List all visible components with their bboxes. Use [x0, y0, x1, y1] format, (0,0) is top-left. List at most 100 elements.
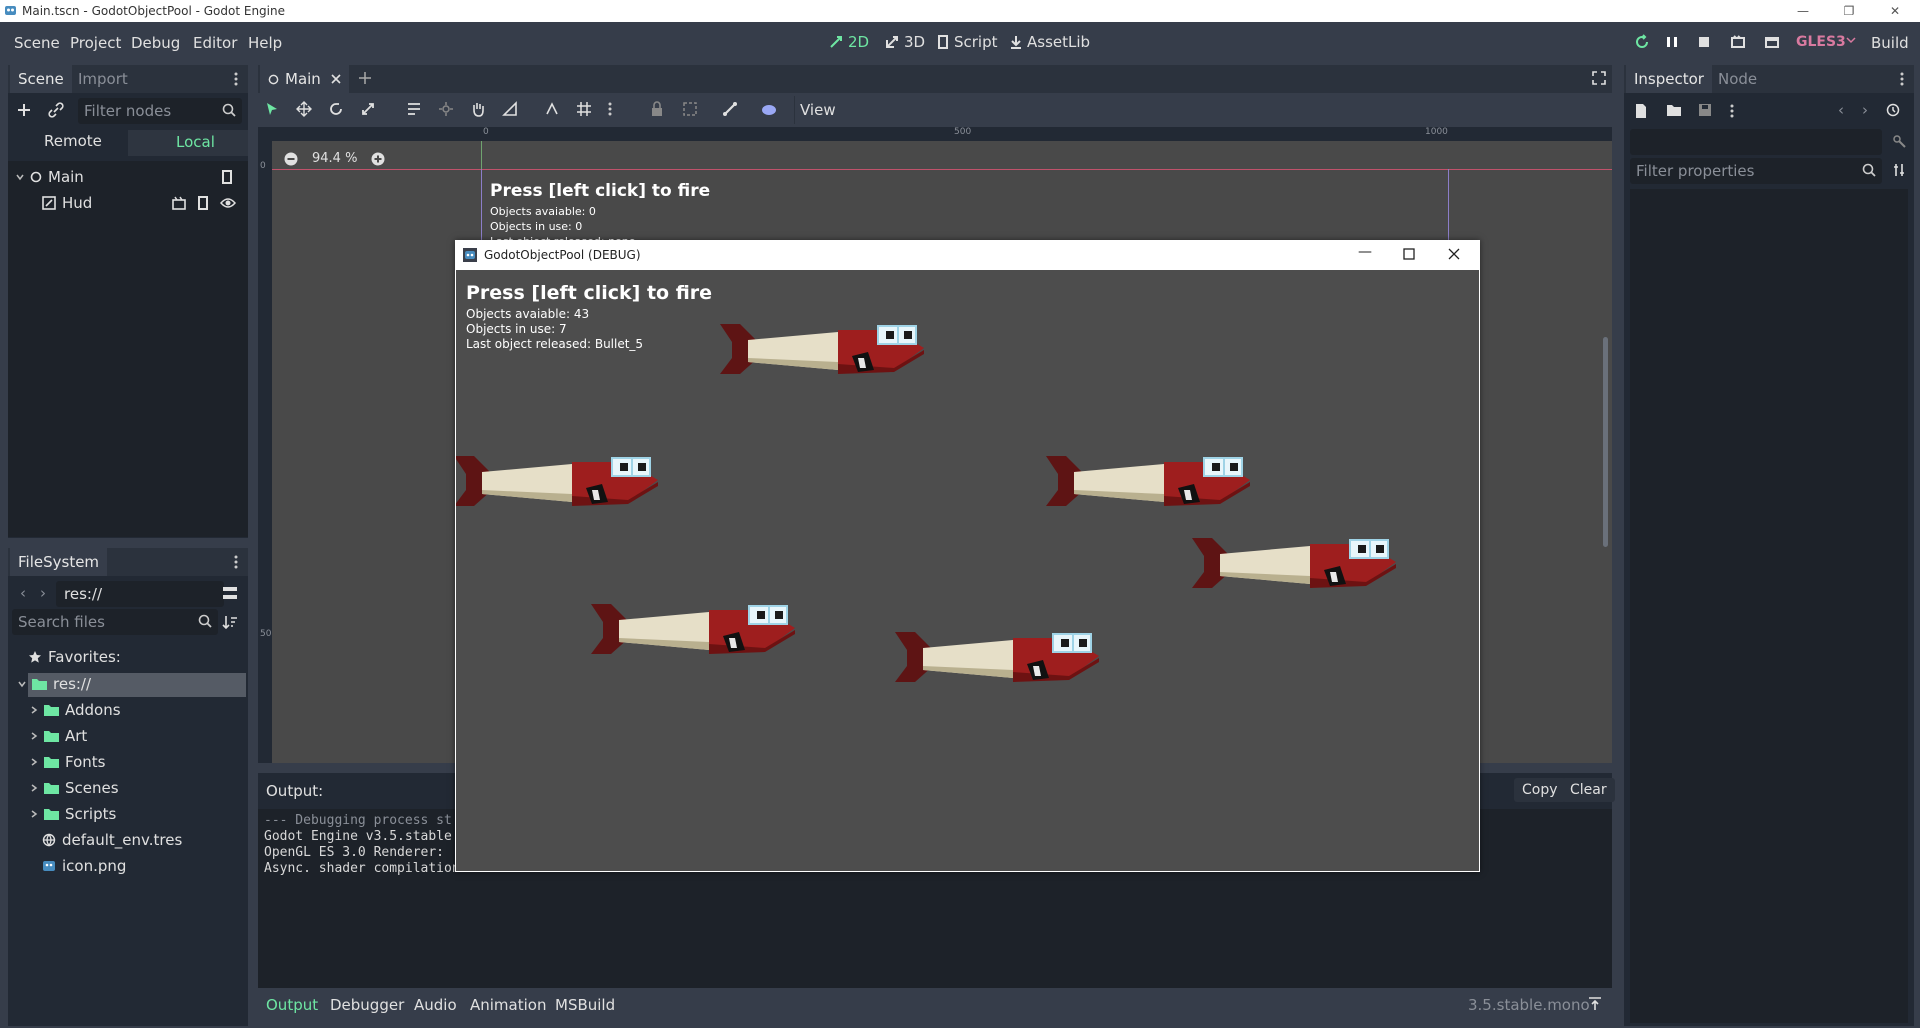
folder-scripts[interactable]: Scripts — [30, 805, 116, 823]
link-icon[interactable] — [48, 102, 64, 118]
menu-scene[interactable]: Scene — [14, 34, 60, 52]
copy-button[interactable]: Copy — [1514, 778, 1566, 802]
tab-filesystem[interactable]: FileSystem — [10, 548, 108, 576]
bones-icon[interactable] — [722, 101, 738, 117]
workspace-3d[interactable]: 3D — [884, 33, 925, 51]
history-icon[interactable] — [1886, 103, 1900, 117]
build-button[interactable]: Build — [1871, 34, 1909, 52]
history-forward-icon[interactable]: › — [1862, 101, 1868, 119]
kebab-menu-icon[interactable] — [1900, 71, 1904, 87]
maximize-button[interactable]: ❐ — [1826, 0, 1872, 22]
instance-icon[interactable] — [172, 196, 186, 210]
renderer-select[interactable]: GLES3 — [1796, 34, 1846, 50]
visibility-eye-icon[interactable] — [220, 197, 236, 209]
menu-help[interactable]: Help — [248, 34, 282, 52]
add-node-icon[interactable] — [16, 102, 32, 118]
add-tab-icon[interactable] — [358, 71, 372, 85]
camera-override-icon[interactable] — [760, 101, 778, 117]
maximize-icon[interactable] — [1403, 248, 1415, 260]
object-path-field[interactable] — [1630, 129, 1882, 155]
remote-toggle[interactable]: Remote — [44, 132, 102, 150]
ruler-tool-icon[interactable] — [502, 101, 518, 117]
workspace-2d[interactable]: 2D — [828, 33, 869, 51]
file-icon-png[interactable]: icon.png — [42, 857, 126, 875]
tab-main-scene[interactable]: Main — [260, 65, 349, 93]
minimize-button[interactable]: — — [1780, 0, 1826, 22]
folder-scenes[interactable]: Scenes — [30, 779, 119, 797]
select-tool-icon[interactable] — [264, 101, 280, 117]
workspace-assetlib[interactable]: AssetLib — [1009, 33, 1090, 51]
search-files-input[interactable]: Search files — [12, 609, 218, 635]
play-scene-icon[interactable] — [1730, 34, 1746, 50]
viewport-scrollbar[interactable] — [1603, 337, 1608, 547]
pivot-tool-icon[interactable] — [438, 101, 454, 117]
kebab-menu-icon[interactable] — [234, 71, 238, 87]
zoom-in-icon[interactable] — [371, 152, 385, 166]
sort-icon[interactable] — [222, 614, 238, 630]
save-icon[interactable] — [1698, 103, 1712, 117]
scale-tool-icon[interactable] — [360, 101, 376, 117]
tab-msbuild[interactable]: MSBuild — [555, 996, 615, 1014]
script-icon[interactable] — [196, 196, 210, 210]
minimize-button[interactable]: — — [1358, 244, 1372, 260]
tab-animation[interactable]: Animation — [470, 996, 546, 1014]
tab-debugger[interactable]: Debugger — [330, 996, 404, 1014]
tree-node-main[interactable]: Main — [16, 168, 84, 186]
res-root-item[interactable]: res:// — [18, 675, 91, 693]
workspace-script[interactable]: Script — [936, 33, 998, 51]
folder-art[interactable]: Art — [30, 727, 87, 745]
kebab-menu-icon[interactable] — [1730, 103, 1734, 119]
filter-properties-input[interactable]: Filter properties — [1630, 158, 1882, 184]
zoom-out-icon[interactable] — [284, 152, 298, 166]
stop-icon[interactable] — [1696, 34, 1712, 50]
close-icon[interactable] — [1448, 248, 1460, 260]
forward-icon[interactable]: › — [40, 584, 46, 602]
move-tool-icon[interactable] — [296, 101, 312, 117]
property-settings-icon[interactable] — [1892, 163, 1906, 177]
fullscreen-icon[interactable] — [1592, 71, 1606, 85]
rotate-tool-icon[interactable] — [328, 101, 344, 117]
favorites-item[interactable]: Favorites: — [28, 648, 121, 666]
expand-panel-icon[interactable] — [1588, 997, 1602, 1011]
open-folder-icon[interactable] — [1666, 103, 1682, 117]
zoom-level[interactable]: 94.4 % — [312, 151, 357, 166]
pan-tool-icon[interactable] — [470, 101, 486, 117]
tab-inspector[interactable]: Inspector — [1626, 65, 1712, 93]
tab-audio[interactable]: Audio — [414, 996, 457, 1014]
split-view-icon[interactable] — [222, 585, 238, 601]
reload-icon[interactable] — [1634, 34, 1650, 50]
group-icon[interactable] — [682, 101, 698, 117]
debug-window-titlebar[interactable]: GodotObjectPool (DEBUG) — — [455, 240, 1480, 270]
script-icon[interactable] — [220, 170, 234, 184]
game-viewport[interactable]: Press [left click] to fire Objects avaia… — [456, 270, 1479, 871]
folder-fonts[interactable]: Fonts — [30, 753, 105, 771]
view-menu[interactable]: View — [800, 101, 836, 119]
menu-project[interactable]: Project — [70, 34, 121, 52]
path-field[interactable]: res:// — [56, 581, 224, 607]
back-icon[interactable]: ‹ — [20, 584, 26, 602]
grid-snap-icon[interactable] — [576, 101, 592, 117]
new-resource-icon[interactable] — [1634, 103, 1648, 119]
tab-output[interactable]: Output — [266, 996, 318, 1014]
history-back-icon[interactable]: ‹ — [1838, 101, 1844, 119]
local-toggle[interactable]: Local — [128, 130, 248, 156]
kebab-menu-icon[interactable] — [608, 101, 612, 117]
list-select-icon[interactable] — [406, 101, 422, 117]
menu-editor[interactable]: Editor — [193, 34, 237, 52]
lock-icon[interactable] — [650, 101, 664, 117]
tab-import[interactable]: Import — [78, 70, 128, 88]
tree-node-hud[interactable]: Hud — [42, 194, 92, 212]
play-custom-scene-icon[interactable] — [1764, 34, 1780, 50]
file-default-env[interactable]: default_env.tres — [42, 831, 182, 849]
kebab-menu-icon[interactable] — [234, 554, 238, 570]
tab-node[interactable]: Node — [1718, 70, 1757, 88]
object-tools-icon[interactable] — [1892, 134, 1906, 148]
clear-button[interactable]: Clear — [1562, 778, 1615, 802]
smart-snap-icon[interactable] — [544, 101, 560, 117]
pause-icon[interactable] — [1664, 34, 1680, 50]
menu-debug[interactable]: Debug — [131, 34, 180, 52]
close-tab-icon[interactable] — [331, 74, 341, 84]
close-window-button[interactable]: ✕ — [1872, 0, 1918, 22]
tab-scene[interactable]: Scene — [10, 65, 72, 93]
folder-addons[interactable]: Addons — [30, 701, 121, 719]
